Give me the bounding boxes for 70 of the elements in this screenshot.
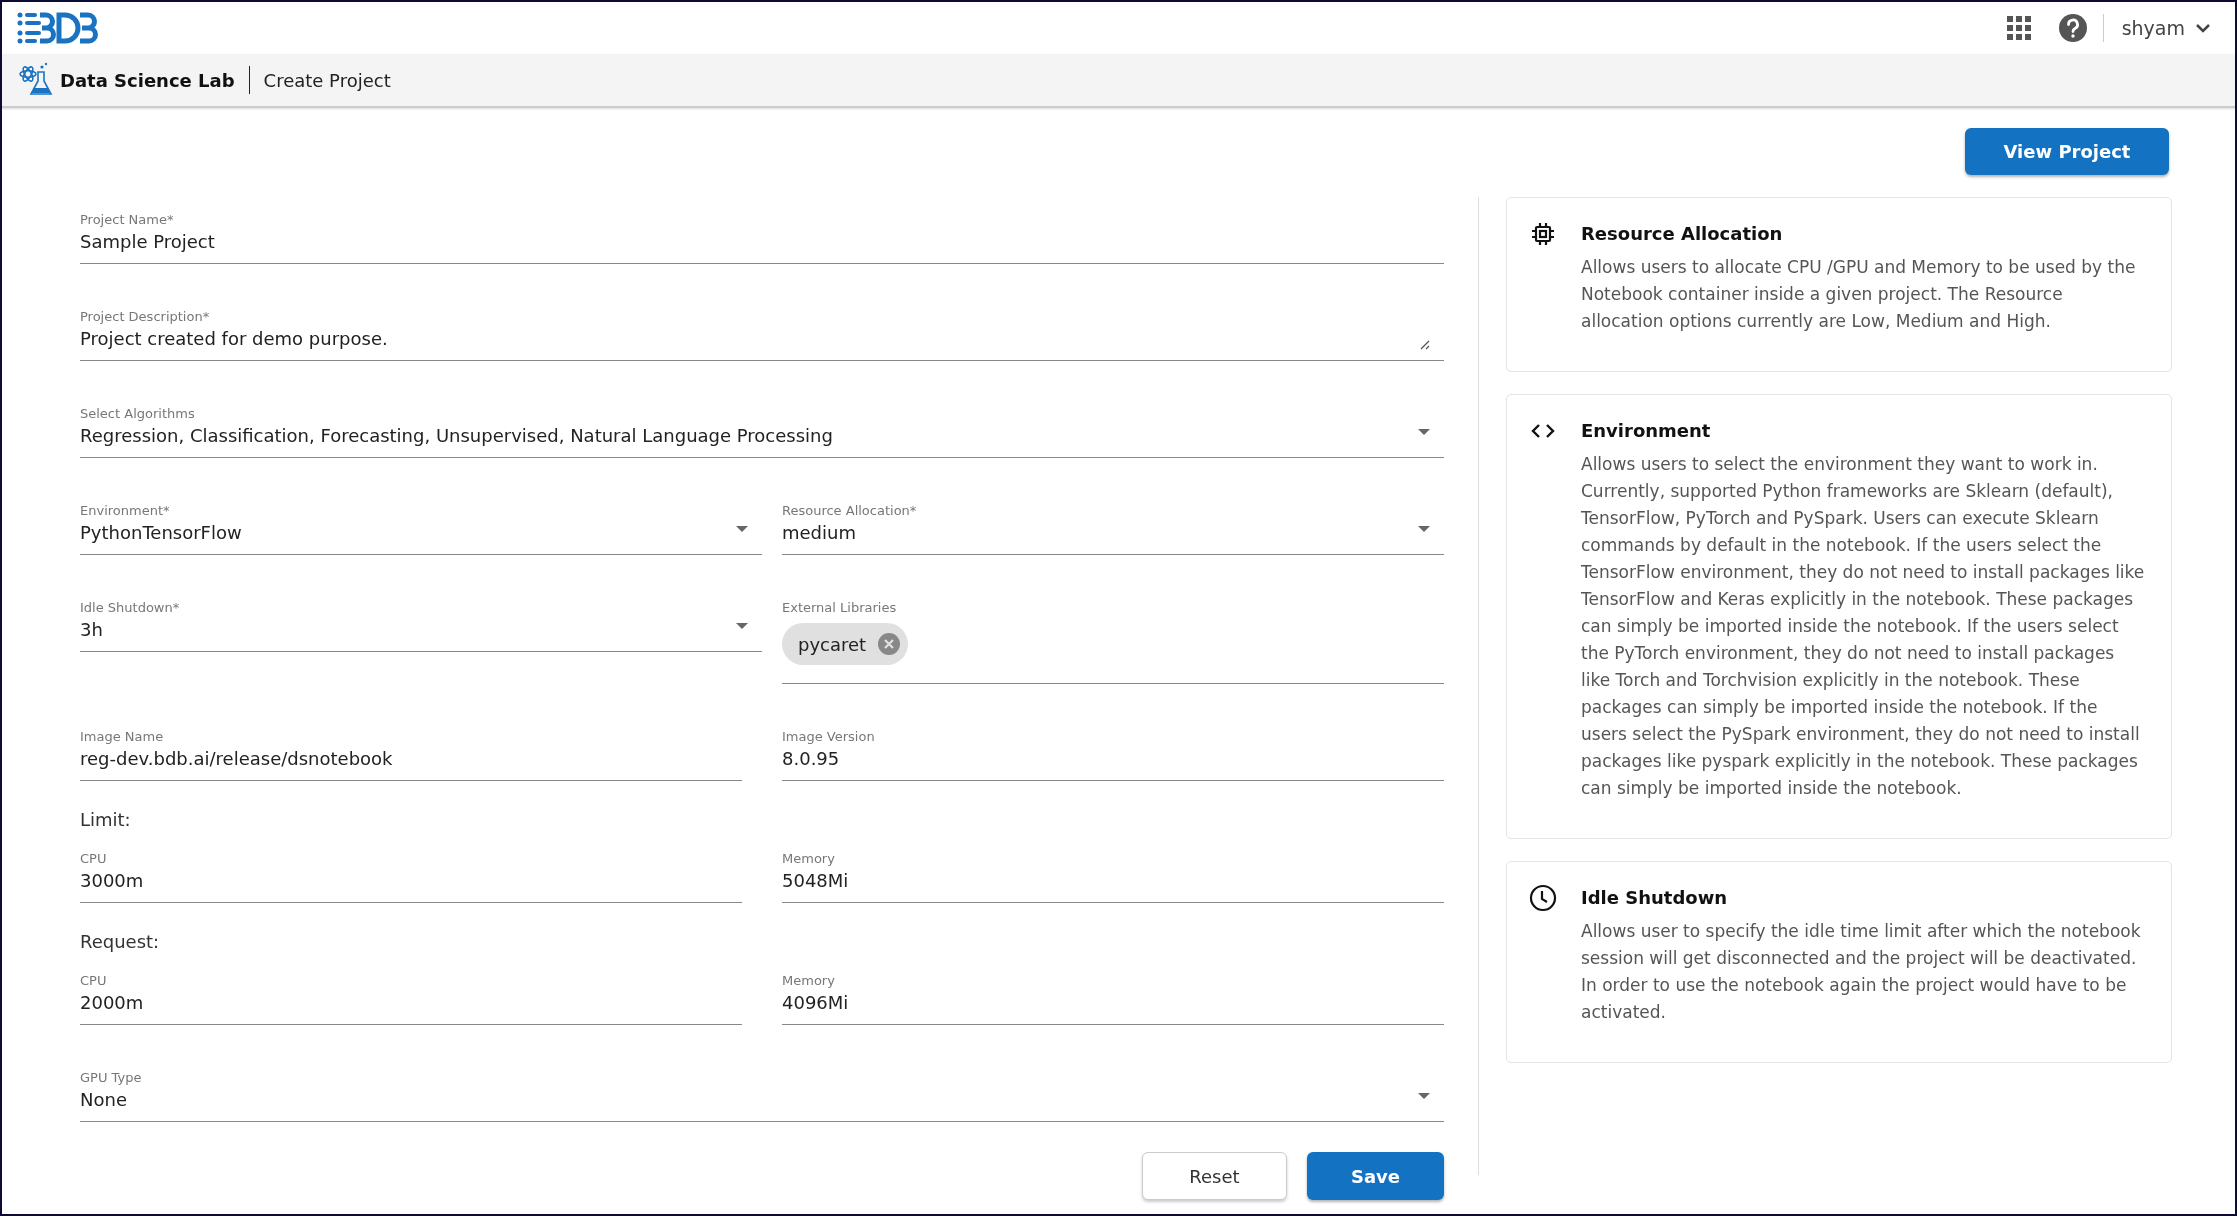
select-field[interactable]: Idle Shutdown* 3h bbox=[80, 599, 762, 652]
app-title: Data Science Lab bbox=[60, 69, 235, 91]
caret-icon bbox=[736, 623, 748, 629]
caret-icon bbox=[1418, 526, 1430, 532]
field-label: Image Version bbox=[782, 728, 876, 746]
field-label: Image Name bbox=[80, 728, 165, 746]
field-value: 4096Mi bbox=[782, 991, 849, 1015]
help-icon[interactable] bbox=[2058, 14, 2087, 42]
processor-chip-icon bbox=[1529, 220, 1557, 248]
chevron-down-icon bbox=[2195, 23, 2211, 33]
card-description: Allows user to specify the idle time limit after which the notebook session will get disconnected and the project will be deactivated. In order to use the notebook again the project would have to be activated. bbox=[1581, 920, 2142, 1024]
field-label: CPU bbox=[80, 850, 108, 868]
library-chip[interactable]: pycaret bbox=[782, 623, 909, 665]
field-label: Resource Allocation* bbox=[782, 502, 918, 520]
section-heading: Request: bbox=[80, 931, 161, 952]
view-project-button[interactable]: View Project bbox=[1965, 128, 2169, 175]
input-field[interactable]: CPU 2000m bbox=[80, 972, 742, 1025]
field-value: medium bbox=[782, 521, 856, 545]
input-field[interactable]: Memory 4096Mi bbox=[782, 972, 1444, 1025]
input-field[interactable]: Project Name* Sample Project bbox=[80, 211, 1444, 264]
chip-label: pycaret bbox=[798, 633, 867, 655]
field-label: Select Algorithms bbox=[80, 405, 196, 423]
card-title: Idle Shutdown bbox=[1581, 886, 1729, 910]
user-menu[interactable]: shyam bbox=[2121, 17, 2221, 39]
reset-button[interactable]: Reset bbox=[1142, 1152, 1287, 1200]
select-field[interactable]: Resource Allocation* medium bbox=[782, 502, 1444, 555]
field-label: Memory bbox=[782, 972, 836, 990]
input-field[interactable]: Image Name reg-dev.bdb.ai/release/dsnotebook bbox=[80, 728, 742, 781]
field-value: Regression, Classification, Forecasting, Unsupervised, Natural Language Processing bbox=[80, 424, 833, 448]
card-description: Allows users to select the environment they want to work in. Currently, supported Python frameworks are Sklearn (default), TensorFlow, PyTorch and PySpark. Users can execute Sklearn commands by default in the notebook. If the users select the TensorFlow environment, they do not need to install packages like TensorFlow and Keras explicitly in the notebook. These packages can simply be imported inside the notebook. If the users select the PyTorch environment, they do not need to install packages like Torch and Torchvision explicitly in the notebook. These packages can simply be imported inside the notebook. If the users select the PySpark environment, they do not need to install packages like pyspark explicitly in the notebook. These packages can simply be imported inside the notebook. bbox=[1581, 453, 2145, 800]
field-value: None bbox=[80, 1088, 127, 1112]
caret-icon bbox=[1418, 429, 1430, 435]
select-field[interactable]: Select Algorithms Regression, Classification, Forecasting, Unsupervised, Natural Language Processing bbox=[80, 405, 1444, 458]
save-button[interactable]: Save bbox=[1307, 1152, 1444, 1200]
card-title: Resource Allocation bbox=[1581, 222, 1784, 246]
field-label: External Libraries bbox=[782, 599, 898, 617]
field-value: Project created for demo purpose. bbox=[80, 327, 388, 351]
field-label: Project Description* bbox=[80, 308, 211, 326]
field-label: Memory bbox=[782, 850, 836, 868]
select-field[interactable]: Environment* PythonTensorFlow bbox=[80, 502, 762, 555]
field-value: reg-dev.bdb.ai/release/dsnotebook bbox=[80, 747, 393, 771]
section-heading: Limit: bbox=[80, 809, 132, 830]
chip-input-field[interactable]: External Libraries pycaret bbox=[782, 599, 1444, 684]
field-label: GPU Type bbox=[80, 1069, 143, 1087]
page-title: Create Project bbox=[263, 69, 391, 91]
field-value: 2000m bbox=[80, 991, 144, 1015]
field-label: Project Name* bbox=[80, 211, 175, 229]
caret-icon bbox=[1418, 1093, 1430, 1099]
input-field[interactable]: Project Description* Project created for demo purpose. bbox=[80, 308, 1444, 361]
field-label: Idle Shutdown* bbox=[80, 599, 181, 617]
field-value: 8.0.95 bbox=[782, 747, 840, 771]
card-title: Environment bbox=[1581, 419, 1712, 443]
field-value: 3000m bbox=[80, 869, 144, 893]
input-field[interactable]: CPU 3000m bbox=[80, 850, 742, 903]
remove-chip-icon[interactable] bbox=[878, 633, 901, 655]
field-value: 5048Mi bbox=[782, 869, 849, 893]
card-description: Allows users to allocate CPU /GPU and Memory to be used by the Notebook container inside a given project. The Resource allocation options currently are Low, Medium and High. bbox=[1581, 256, 2137, 333]
input-field[interactable]: Memory 5048Mi bbox=[782, 850, 1444, 903]
field-value: Sample Project bbox=[80, 230, 215, 254]
input-field[interactable]: Image Version 8.0.95 bbox=[782, 728, 1444, 781]
select-field[interactable]: GPU Type None bbox=[80, 1069, 1444, 1122]
caret-icon bbox=[736, 526, 748, 532]
field-value: PythonTensorFlow bbox=[80, 521, 242, 545]
clock-icon bbox=[1529, 884, 1557, 912]
apps-grid-icon[interactable] bbox=[2006, 16, 2031, 40]
field-label: CPU bbox=[80, 972, 108, 990]
field-value: 3h bbox=[80, 618, 103, 642]
field-label: Environment* bbox=[80, 502, 171, 520]
resize-handle-icon[interactable] bbox=[1418, 338, 1430, 350]
flask-icon bbox=[18, 62, 54, 98]
